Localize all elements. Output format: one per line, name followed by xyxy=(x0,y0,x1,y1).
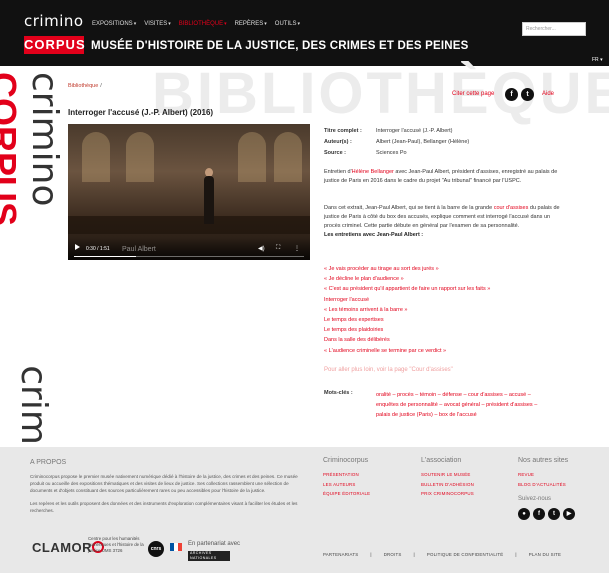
footer-col-criminocorpus-links: PRÉSENTATION LES AUTEURS ÉQUIPE ÉDITORIA… xyxy=(323,470,370,499)
keywords-label: Mots-clés : xyxy=(324,390,353,396)
video-progress-bar[interactable] xyxy=(74,256,304,257)
metadata-block: Titre complet : Interroger l'accusé (J.-P… xyxy=(324,126,469,159)
search-input[interactable]: Rechercher... xyxy=(522,22,586,36)
further-reading-link[interactable]: Pour aller plus loin, voir la page "Cour… xyxy=(324,367,453,373)
breadcrumb-bibliotheque[interactable]: Bibliothèque xyxy=(68,83,98,89)
footer-link[interactable]: PRÉSENTATION xyxy=(323,470,370,480)
facebook-icon[interactable]: f xyxy=(533,508,545,520)
footer-sitemap-link[interactable]: PLAN DU SITE xyxy=(529,552,561,557)
instagram-icon[interactable]: ● xyxy=(518,508,530,520)
footer-link[interactable]: BULLETIN D'ADHÉSION xyxy=(421,480,474,490)
video-frame-decor xyxy=(68,216,310,234)
logo-text-bottom[interactable]: CORPUS xyxy=(24,36,85,54)
logo-text-top[interactable]: crimino xyxy=(24,12,84,30)
meta-row-author: Auteur(s) : Albert (Jean-Paul), Bellanger… xyxy=(324,139,470,145)
description-paragraph-2: Dans cet extrait, Jean-Paul Albert, qui … xyxy=(324,205,560,238)
interview-link[interactable]: Interroger l'accusé xyxy=(324,295,490,305)
description-paragraph-1: Entretien d'Hélène Bellanger avec Jean-P… xyxy=(324,169,558,184)
footer-privacy-link[interactable]: POLITIQUE DE CONFIDENTIALITÉ xyxy=(427,552,504,557)
site-title: MUSÉE D'HISTOIRE DE LA JUSTICE, DES CRIM… xyxy=(91,40,469,52)
interview-link[interactable]: « Je vais procéder au tirage au sort des… xyxy=(324,264,490,274)
nav-bibliotheque[interactable]: BIBLIOTHÈQUE▾ xyxy=(179,21,227,27)
chevron-down-icon: ▾ xyxy=(168,21,171,27)
interview-link[interactable]: « Les témoins arrivent à la barre » xyxy=(324,305,490,315)
footer-about-text: Criminocorpus propose le premier musée n… xyxy=(30,474,298,513)
footer-col-association-title: L'association xyxy=(421,457,462,464)
partnership-label: En partenariat avec xyxy=(188,541,241,547)
youtube-icon[interactable]: ▶ xyxy=(563,508,575,520)
meta-row-source: Source : Sciences Po xyxy=(324,150,407,156)
footer-link[interactable]: ÉQUIPE ÉDITORIALE xyxy=(323,489,370,499)
footer-link[interactable]: BLOG D'ACTUALITÉS xyxy=(518,480,566,490)
nav-expositions[interactable]: EXPOSITIONS▾ xyxy=(92,21,136,27)
cnrs-logo[interactable]: cnrs xyxy=(148,541,164,557)
video-frame-decor xyxy=(126,132,154,182)
breadcrumb: Bibliothèque / xyxy=(68,83,102,89)
twitter-icon[interactable]: t xyxy=(521,88,534,101)
archives-nationales-logo[interactable]: ARCHIVES NATIONALES xyxy=(188,551,230,561)
footer-link[interactable]: REVUE xyxy=(518,470,566,480)
video-frame-decor xyxy=(274,132,302,182)
keywords-list[interactable]: oralité – procès – témoin – défense – co… xyxy=(376,390,548,420)
footer-col-association-links: SOUTENIR LE MUSÉE BULLETIN D'ADHÉSION PR… xyxy=(421,470,474,499)
video-player[interactable]: 0:30 / 1:51 Paul Albert ◀) ⛶ ⋮ xyxy=(68,124,310,260)
interview-link[interactable]: Le temps des expertises xyxy=(324,315,490,325)
help-link[interactable]: Aide xyxy=(542,91,554,97)
page-title: Interroger l'accusé (J.-P. Albert) (2016… xyxy=(68,108,214,117)
footer-col-sites-links: REVUE BLOG D'ACTUALITÉS xyxy=(518,470,566,489)
chevron-down-icon: ▾ xyxy=(264,21,267,27)
interview-link[interactable]: « Je décline le plan d'audience » xyxy=(324,274,490,284)
interview-link[interactable]: « C'est au président qu'il appartient de… xyxy=(324,284,490,294)
interview-link[interactable]: Le temps des plaidoiries xyxy=(324,325,490,335)
footer-link[interactable]: PRIX CRIMINOCORPUS xyxy=(421,489,474,499)
footer-link[interactable]: LES AUTEURS xyxy=(323,480,370,490)
more-icon[interactable]: ⋮ xyxy=(294,245,300,252)
footer-link[interactable]: SOUTENIR LE MUSÉE xyxy=(421,470,474,480)
site-header: crimino CORPUS EXPOSITIONS▾ VISITES▾ BIB… xyxy=(0,0,609,66)
facebook-icon[interactable]: f xyxy=(505,88,518,101)
play-icon[interactable] xyxy=(75,244,80,250)
video-controls: 0:30 / 1:51 Paul Albert ◀) ⛶ ⋮ xyxy=(68,238,310,260)
cour-assises-link[interactable]: cour d'assises xyxy=(494,205,529,211)
interview-links-list: « Je vais procéder au tirage au sort des… xyxy=(324,264,490,356)
footer-droits-link[interactable]: DROITS xyxy=(384,552,402,557)
footer-about-title: A PROPOS xyxy=(30,459,67,466)
video-progress-fill xyxy=(74,256,137,257)
video-frame-decor xyxy=(82,132,110,182)
nav-reperes[interactable]: REPÈRES▾ xyxy=(235,21,267,27)
video-frame-decor xyxy=(204,176,214,224)
author-link[interactable]: Hélène Bellanger xyxy=(352,169,394,175)
twitter-icon[interactable]: t xyxy=(548,508,560,520)
fullscreen-icon[interactable]: ⛶ xyxy=(276,245,280,252)
video-overlay-label: Paul Albert xyxy=(122,246,156,253)
cite-page-link[interactable]: Citer cette page xyxy=(452,91,494,97)
side-logo-watermark: crimino CORPUS xyxy=(0,72,65,227)
meta-row-title: Titre complet : Interroger l'accusé (J.-P… xyxy=(324,128,453,134)
footer-col-criminocorpus-title: Criminocorpus xyxy=(323,457,369,464)
french-republic-flag-icon xyxy=(170,543,182,551)
chevron-down-icon: ▾ xyxy=(297,21,300,27)
clamor-subtitle: Centre pour les humanités numériques et … xyxy=(88,536,144,553)
nav-visites[interactable]: VISITES▾ xyxy=(144,21,171,27)
chevron-down-icon: ▾ xyxy=(133,21,137,27)
interview-link[interactable]: Dans la salle des délibérés xyxy=(324,335,490,345)
volume-icon[interactable]: ◀) xyxy=(258,245,265,252)
video-frame-decor xyxy=(238,132,266,182)
footer-bottom-nav: PARTENARIATS | DROITS | POLITIQUE DE CON… xyxy=(323,552,562,557)
footer-col-sites-title: Nos autres sites xyxy=(518,457,569,464)
nav-outils[interactable]: OUTILS▾ xyxy=(275,21,300,27)
interviews-heading: Les entretiens avec Jean-Paul Albert : xyxy=(324,232,424,238)
follow-us-label: Suivez-nous xyxy=(518,496,552,502)
chevron-down-icon: ▾ xyxy=(224,21,227,27)
main-nav: EXPOSITIONS▾ VISITES▾ BIBLIOTHÈQUE▾ REPÈ… xyxy=(92,21,300,27)
footer-partenariats-link[interactable]: PARTENARIATS xyxy=(323,552,358,557)
interview-link[interactable]: « L'audience criminelle se termine par c… xyxy=(324,346,490,356)
section-watermark: BIBLIOTHÈQUE xyxy=(152,61,609,126)
video-time: 0:30 / 1:51 xyxy=(86,246,110,252)
